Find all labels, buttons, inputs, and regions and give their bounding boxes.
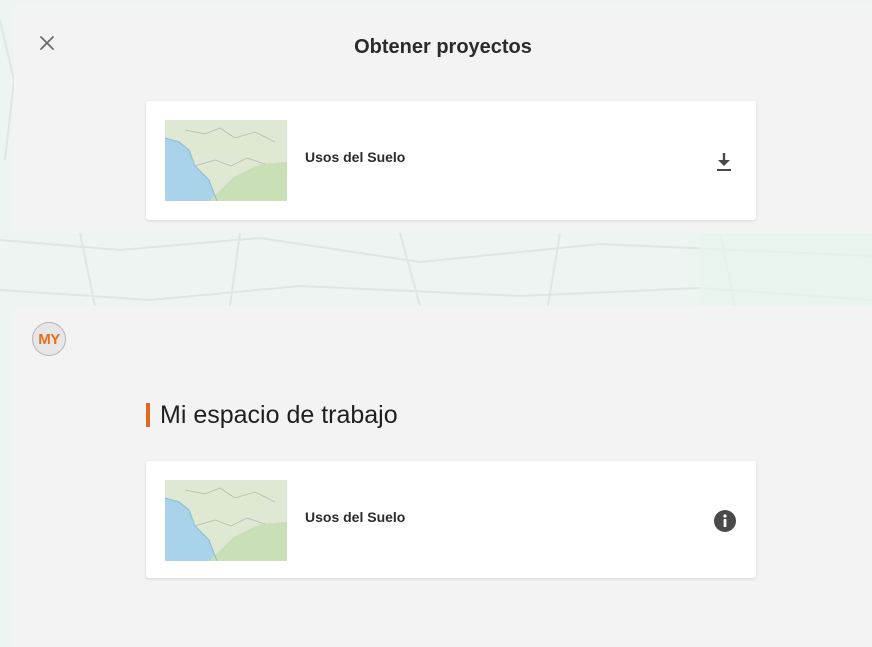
info-icon: [714, 510, 736, 532]
workspace-panel: MY Mi espacio de trabajo Usos del Suelo: [14, 306, 872, 647]
project-card[interactable]: Usos del Suelo: [146, 101, 756, 220]
download-icon: [717, 153, 731, 171]
download-button[interactable]: [714, 151, 734, 173]
accent-bar: [146, 403, 150, 427]
workspace-project-card[interactable]: Usos del Suelo: [146, 461, 756, 578]
project-name: Usos del Suelo: [305, 509, 406, 525]
section-heading: Mi espacio de trabajo: [146, 400, 398, 430]
info-button[interactable]: [713, 509, 737, 533]
project-thumbnail: [165, 480, 287, 561]
get-projects-panel: Obtener proyectos Usos del Suelo: [14, 6, 872, 233]
user-avatar[interactable]: MY: [32, 322, 66, 356]
panel-title: Obtener proyectos: [354, 36, 532, 58]
section-title: Mi espacio de trabajo: [160, 400, 398, 429]
project-thumbnail: [165, 120, 287, 201]
project-name: Usos del Suelo: [305, 149, 406, 165]
